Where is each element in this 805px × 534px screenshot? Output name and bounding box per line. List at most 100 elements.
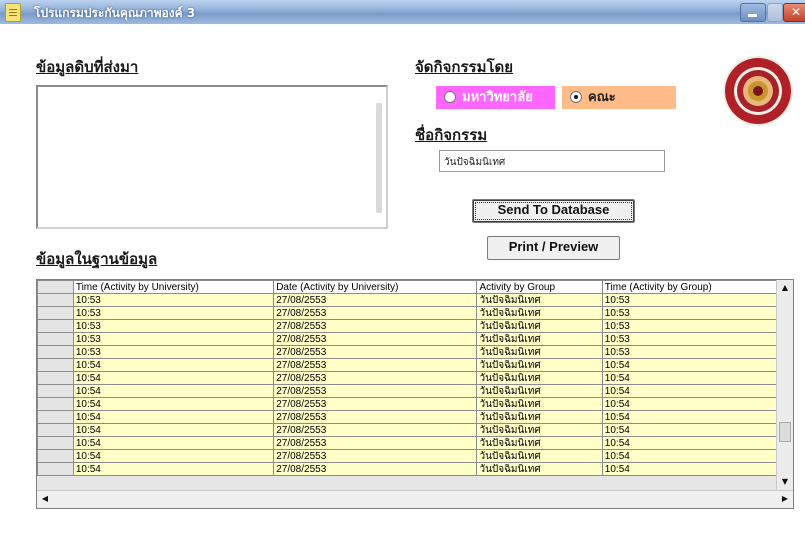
- table-row[interactable]: 10:54 27/08/2553 วันปัจฉิมนิเทศ 10:54: [37, 384, 793, 398]
- time-university-cell[interactable]: 10:54: [72, 397, 275, 411]
- raw-data-textarea[interactable]: [36, 85, 388, 229]
- date-university-cell[interactable]: 27/08/2553: [273, 397, 478, 411]
- time-group-cell[interactable]: 10:53: [601, 319, 793, 333]
- row-selector-cell[interactable]: [37, 423, 74, 437]
- time-university-cell[interactable]: 10:53: [72, 306, 275, 320]
- time-group-cell[interactable]: 10:54: [601, 410, 793, 424]
- time-university-cell[interactable]: 10:54: [72, 423, 275, 437]
- row-selector-cell[interactable]: [37, 449, 74, 463]
- activity-group-cell[interactable]: วันปัจฉิมนิเทศ: [476, 293, 603, 307]
- time-university-cell[interactable]: 10:54: [72, 449, 275, 463]
- activity-group-cell[interactable]: วันปัจฉิมนิเทศ: [476, 436, 603, 450]
- row-selector-cell[interactable]: [37, 371, 74, 385]
- activity-group-cell[interactable]: วันปัจฉิมนิเทศ: [476, 358, 603, 372]
- time-university-cell[interactable]: 10:54: [72, 436, 275, 450]
- column-header-selector[interactable]: [37, 280, 74, 294]
- title-bar[interactable]: โปรแกรมประกันคุณภาพองค์ 3 ✕: [0, 0, 805, 24]
- row-selector-cell[interactable]: [37, 358, 74, 372]
- time-group-cell[interactable]: 10:53: [601, 345, 793, 359]
- radio-university[interactable]: [444, 90, 456, 103]
- activity-group-cell[interactable]: วันปัจฉิมนิเทศ: [476, 449, 603, 463]
- date-university-cell[interactable]: 27/08/2553: [273, 358, 478, 372]
- time-group-cell[interactable]: 10:54: [601, 358, 793, 372]
- table-row[interactable]: 10:54 27/08/2553 วันปัจฉิมนิเทศ 10:54: [37, 410, 793, 424]
- scroll-right-icon[interactable]: ▶: [778, 492, 792, 506]
- database-grid[interactable]: Time (Activity by University) Date (Acti…: [36, 279, 794, 509]
- row-selector-cell[interactable]: [37, 436, 74, 450]
- row-selector-cell[interactable]: [37, 319, 74, 333]
- send-to-database-button[interactable]: Send To Database: [472, 199, 635, 223]
- date-university-cell[interactable]: 27/08/2553: [273, 371, 478, 385]
- activity-group-cell[interactable]: วันปัจฉิมนิเทศ: [476, 384, 603, 398]
- option-university[interactable]: มหาวิทยาลัย: [436, 86, 555, 109]
- row-selector-cell[interactable]: [37, 345, 74, 359]
- date-university-cell[interactable]: 27/08/2553: [273, 345, 478, 359]
- date-university-cell[interactable]: 27/08/2553: [273, 306, 478, 320]
- row-selector-cell[interactable]: [37, 410, 74, 424]
- time-group-cell[interactable]: 10:54: [601, 423, 793, 437]
- time-university-cell[interactable]: 10:54: [72, 358, 275, 372]
- grid-horizontal-scrollbar[interactable]: ◀ ▶: [37, 490, 793, 508]
- table-row[interactable]: 10:54 27/08/2553 วันปัจฉิมนิเทศ 10:54: [37, 371, 793, 385]
- activity-group-cell[interactable]: วันปัจฉิมนิเทศ: [476, 306, 603, 320]
- row-selector-cell[interactable]: [37, 332, 74, 346]
- date-university-cell[interactable]: 27/08/2553: [273, 410, 478, 424]
- activity-group-cell[interactable]: วันปัจฉิมนิเทศ: [476, 423, 603, 437]
- row-selector-cell[interactable]: [37, 293, 74, 307]
- table-row[interactable]: 10:54 27/08/2553 วันปัจฉิมนิเทศ 10:54: [37, 397, 793, 411]
- table-row[interactable]: 10:54 27/08/2553 วันปัจฉิมนิเทศ 10:54: [37, 436, 793, 450]
- time-group-cell[interactable]: 10:54: [601, 449, 793, 463]
- time-group-cell[interactable]: 10:53: [601, 332, 793, 346]
- activity-group-cell[interactable]: วันปัจฉิมนิเทศ: [476, 371, 603, 385]
- date-university-cell[interactable]: 27/08/2553: [273, 423, 478, 437]
- activity-group-cell[interactable]: วันปัจฉิมนิเทศ: [476, 397, 603, 411]
- time-university-cell[interactable]: 10:53: [72, 319, 275, 333]
- time-group-cell[interactable]: 10:54: [601, 397, 793, 411]
- table-row[interactable]: 10:54 27/08/2553 วันปัจฉิมนิเทศ 10:54: [37, 358, 793, 372]
- scroll-down-icon[interactable]: ▼: [778, 475, 792, 489]
- time-university-cell[interactable]: 10:53: [72, 332, 275, 346]
- minimize-button[interactable]: [740, 3, 766, 22]
- date-university-cell[interactable]: 27/08/2553: [273, 384, 478, 398]
- scroll-left-icon[interactable]: ◀: [38, 492, 52, 506]
- table-row[interactable]: 10:54 27/08/2553 วันปัจฉิมนิเทศ 10:54: [37, 449, 793, 463]
- table-row[interactable]: 10:53 27/08/2553 วันปัจฉิมนิเทศ 10:53: [37, 332, 793, 346]
- column-header-date-university[interactable]: Date (Activity by University): [273, 280, 478, 294]
- radio-faculty[interactable]: [570, 90, 582, 103]
- table-row[interactable]: 10:53 27/08/2553 วันปัจฉิมนิเทศ 10:53: [37, 306, 793, 320]
- row-selector-cell[interactable]: [37, 397, 74, 411]
- time-university-cell[interactable]: 10:53: [72, 345, 275, 359]
- date-university-cell[interactable]: 27/08/2553: [273, 462, 478, 476]
- print-preview-button[interactable]: Print / Preview: [487, 236, 620, 260]
- column-header-time-group[interactable]: Time (Activity by Group): [601, 280, 793, 294]
- time-group-cell[interactable]: 10:54: [601, 371, 793, 385]
- column-header-activity-group[interactable]: Activity by Group: [476, 280, 603, 294]
- option-faculty[interactable]: คณะ: [562, 86, 676, 109]
- row-selector-cell[interactable]: [37, 306, 74, 320]
- time-group-cell[interactable]: 10:54: [601, 436, 793, 450]
- close-button[interactable]: ✕: [783, 3, 805, 22]
- time-group-cell[interactable]: 10:54: [601, 462, 793, 476]
- activity-name-input[interactable]: วันปัจฉิมนิเทศ: [439, 150, 665, 172]
- time-university-cell[interactable]: 10:54: [72, 384, 275, 398]
- row-selector-cell[interactable]: [37, 462, 74, 476]
- raw-data-scrollbar[interactable]: [376, 103, 382, 213]
- time-group-cell[interactable]: 10:54: [601, 384, 793, 398]
- row-selector-cell[interactable]: [37, 384, 74, 398]
- time-university-cell[interactable]: 10:53: [72, 293, 275, 307]
- activity-group-cell[interactable]: วันปัจฉิมนิเทศ: [476, 319, 603, 333]
- date-university-cell[interactable]: 27/08/2553: [273, 436, 478, 450]
- column-header-time-university[interactable]: Time (Activity by University): [72, 280, 275, 294]
- date-university-cell[interactable]: 27/08/2553: [273, 319, 478, 333]
- activity-group-cell[interactable]: วันปัจฉิมนิเทศ: [476, 410, 603, 424]
- date-university-cell[interactable]: 27/08/2553: [273, 332, 478, 346]
- activity-group-cell[interactable]: วันปัจฉิมนิเทศ: [476, 332, 603, 346]
- activity-group-cell[interactable]: วันปัจฉิมนิเทศ: [476, 462, 603, 476]
- scroll-thumb[interactable]: [779, 422, 791, 442]
- table-row[interactable]: 10:53 27/08/2553 วันปัจฉิมนิเทศ 10:53: [37, 293, 793, 307]
- table-row[interactable]: 10:54 27/08/2553 วันปัจฉิมนิเทศ 10:54: [37, 423, 793, 437]
- date-university-cell[interactable]: 27/08/2553: [273, 449, 478, 463]
- table-row[interactable]: 10:53 27/08/2553 วันปัจฉิมนิเทศ 10:53: [37, 319, 793, 333]
- activity-group-cell[interactable]: วันปัจฉิมนิเทศ: [476, 345, 603, 359]
- table-row[interactable]: 10:53 27/08/2553 วันปัจฉิมนิเทศ 10:53: [37, 345, 793, 359]
